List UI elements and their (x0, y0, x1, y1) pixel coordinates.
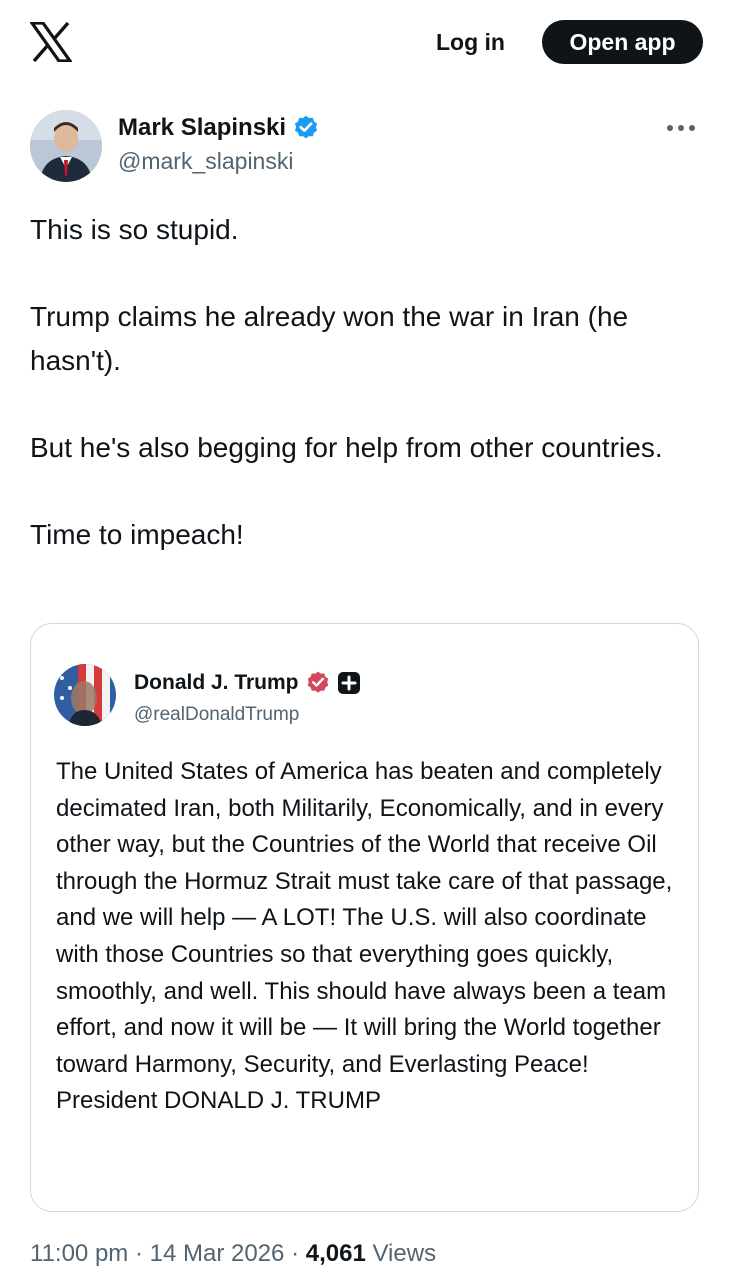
post-date[interactable]: 14 Mar 2026 (150, 1240, 285, 1267)
post-paragraph: Time to impeach! (30, 519, 244, 550)
views-count: 4,061 (305, 1240, 366, 1267)
meta-separator: · (134, 1240, 143, 1267)
more-options-icon[interactable] (661, 116, 701, 140)
post-paragraph: But he's also begging for help from othe… (30, 432, 663, 463)
post-timestamp[interactable]: 11:00 pm (30, 1240, 128, 1267)
post-paragraph: Trump claims he already won the war in I… (30, 301, 629, 376)
plus-badge-icon (337, 672, 360, 694)
post-text: This is so stupid. Trump claims he alrea… (30, 208, 706, 600)
meta-separator: · (291, 1240, 300, 1267)
truth-verified-badge-icon (307, 671, 328, 693)
post-author: Mark Slapinski @mark_slapinski (30, 108, 701, 184)
quoted-author-name[interactable]: Donald J. Trump (134, 671, 299, 695)
quoted-author-handle[interactable]: @realDonaldTrump (134, 704, 299, 726)
author-name[interactable]: Mark Slapinski (118, 114, 286, 142)
x-logo-icon[interactable] (30, 22, 72, 62)
post-paragraph: This is so stupid. (30, 214, 239, 245)
verified-badge-icon (294, 115, 318, 139)
quoted-post-text: The United States of America has beaten … (56, 758, 673, 1115)
post-meta: 11:00 pm · 14 Mar 2026 · 4,061 Views (30, 1240, 436, 1268)
open-app-button[interactable]: Open app (542, 20, 703, 64)
quoted-post-card[interactable]: Donald J. Trump @realDonaldTrump The Uni… (30, 623, 699, 1212)
views-label: Views (372, 1240, 437, 1267)
author-handle[interactable]: @mark_slapinski (118, 148, 293, 175)
avatar[interactable] (30, 110, 102, 182)
quoted-avatar[interactable] (54, 664, 116, 726)
login-link[interactable]: Log in (426, 22, 515, 62)
top-bar: Log in Open app (0, 0, 731, 84)
